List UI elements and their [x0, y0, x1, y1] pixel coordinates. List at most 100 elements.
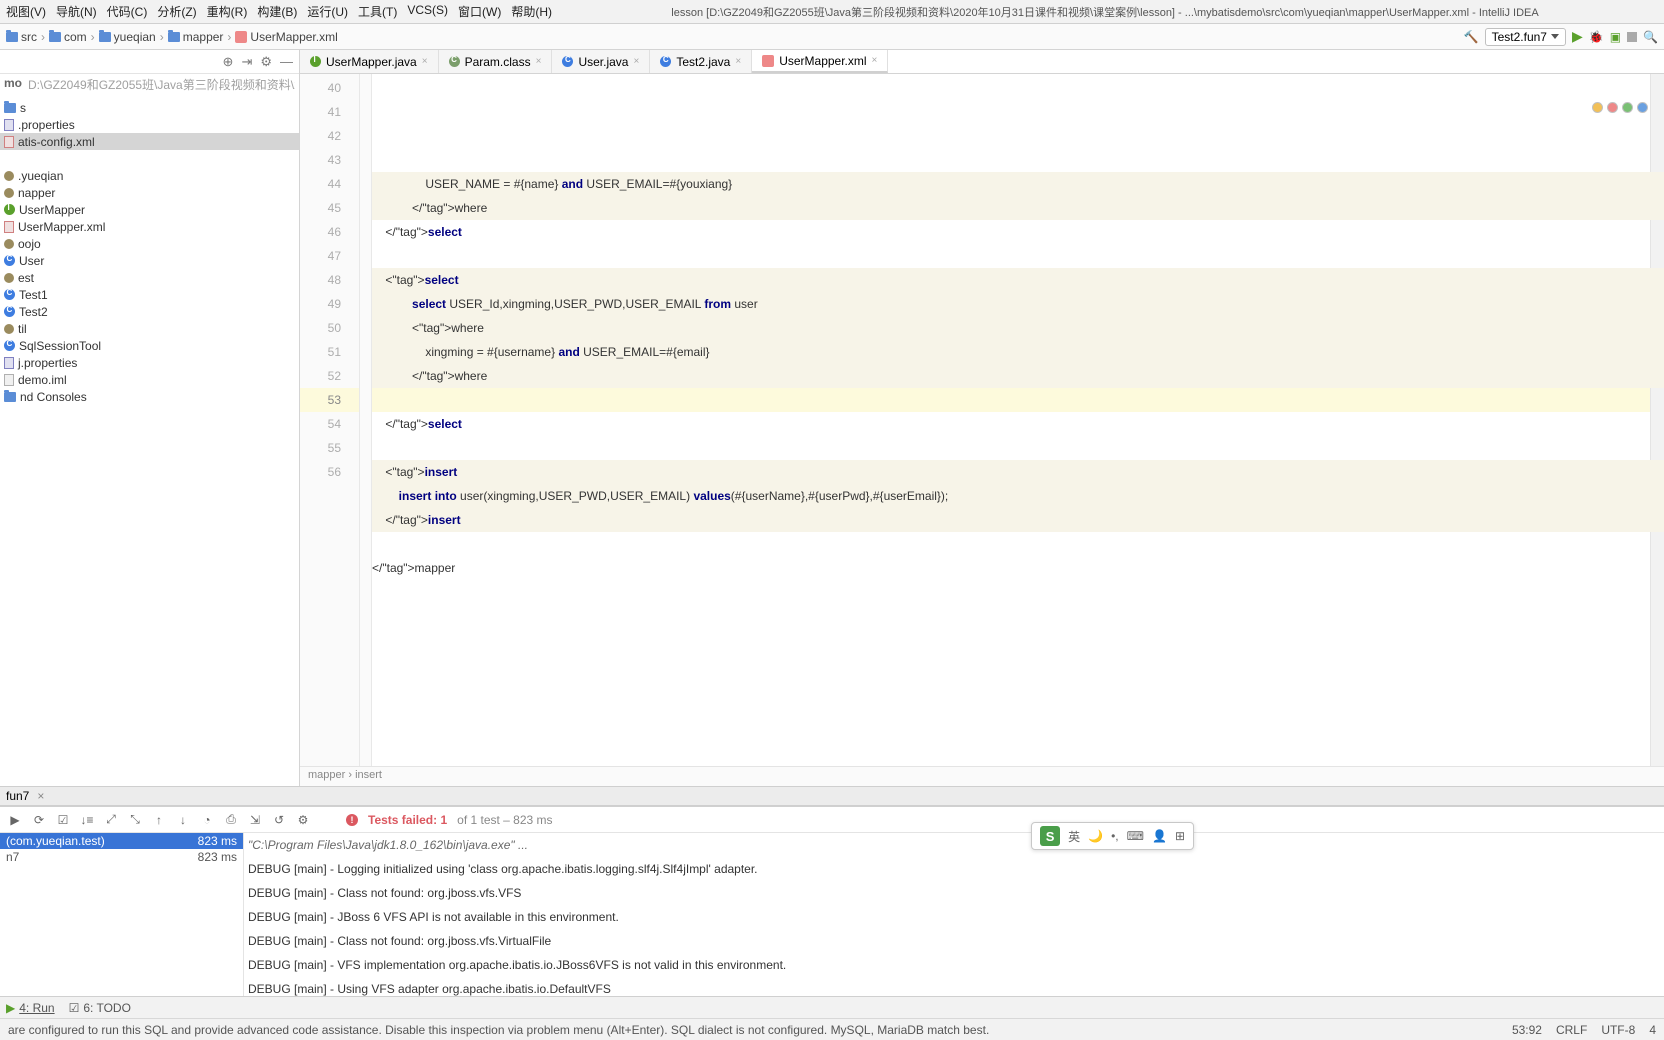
menu-refactor[interactable]: 重构(R) — [207, 3, 248, 20]
project-root-name[interactable]: mo — [4, 76, 22, 93]
coverage-icon[interactable]: ▣ — [1610, 30, 1621, 44]
run-configuration-selector[interactable]: Test2.fun7 — [1485, 28, 1566, 46]
locate-icon[interactable]: ⊕ — [223, 54, 234, 70]
search-icon[interactable]: 🔍 — [1643, 30, 1658, 44]
collapse-icon[interactable]: ⤡ — [128, 813, 142, 827]
menu-nav[interactable]: 导航(N) — [56, 3, 97, 20]
close-icon[interactable]: × — [37, 789, 44, 803]
sort-icon[interactable]: ↓≡ — [80, 813, 94, 827]
ime-person-icon[interactable]: 👤 — [1152, 829, 1167, 843]
close-icon[interactable]: × — [735, 56, 741, 67]
editor-tab[interactable]: UserMapper.java× — [300, 50, 439, 73]
prev-icon[interactable]: ↑ — [152, 813, 166, 827]
crumb-mapper[interactable]: mapper — [168, 30, 224, 44]
project-tree[interactable]: s .propertiesatis-config.xml .yueqiannappe… — [0, 95, 299, 786]
editor-tab[interactable]: Test2.java× — [650, 50, 752, 73]
ime-grid-icon[interactable]: ⊞ — [1175, 829, 1185, 843]
menu-analyze[interactable]: 分析(Z) — [157, 3, 196, 20]
ime-keyboard-icon[interactable]: ⌨ — [1127, 829, 1144, 843]
rerun-failed-icon[interactable]: ⟳ — [32, 813, 46, 827]
tree-item[interactable]: Test2 — [0, 303, 299, 320]
crumb-file[interactable]: UserMapper.xml — [235, 30, 337, 44]
settings-icon[interactable]: ⚙ — [260, 54, 272, 70]
tree-item[interactable] — [0, 150, 299, 167]
menu-build[interactable]: 构建(B) — [257, 3, 297, 20]
hide-icon[interactable]: — — [280, 54, 293, 69]
ime-moon-icon[interactable]: 🌙 — [1088, 829, 1103, 843]
stop-icon[interactable] — [1627, 32, 1637, 42]
run-icon[interactable]: ▶ — [1572, 28, 1583, 45]
iface-icon — [4, 204, 15, 215]
tree-item[interactable]: nd Consoles — [0, 388, 299, 405]
editor-tab[interactable]: UserMapper.xml× — [752, 50, 888, 73]
tree-item[interactable]: .yueqian — [0, 167, 299, 184]
tree-item-label: .properties — [18, 118, 75, 132]
menu-vcs[interactable]: VCS(S) — [407, 3, 448, 20]
tree-item[interactable]: s — [0, 99, 299, 116]
close-icon[interactable]: × — [536, 56, 542, 67]
cursor-position[interactable]: 53:92 — [1512, 1023, 1542, 1037]
tree-item[interactable]: .properties — [0, 116, 299, 133]
next-icon[interactable]: ↓ — [176, 813, 190, 827]
clock-icon[interactable]: ◔ — [200, 813, 214, 827]
export-icon[interactable]: ⎙ — [224, 813, 238, 827]
fold-bar[interactable] — [360, 74, 372, 766]
gear-icon[interactable]: ⚙ — [296, 813, 310, 827]
import-icon[interactable]: ⇲ — [248, 813, 262, 827]
build-icon[interactable]: 🔨 — [1464, 30, 1479, 44]
line-separator[interactable]: CRLF — [1556, 1023, 1587, 1037]
editor-tab[interactable]: Param.class× — [439, 50, 553, 73]
inspection-warn-icon[interactable] — [1592, 102, 1603, 113]
code-area[interactable]: USER_NAME = #{name} and USER_EMAIL=#{you… — [372, 74, 1664, 766]
test-tree[interactable]: (com.yueqian.test) 823 ms n7 823 ms — [0, 833, 244, 996]
tree-item[interactable]: napper — [0, 184, 299, 201]
console-output[interactable]: "C:\Program Files\Java\jdk1.8.0_162\bin\… — [244, 833, 1664, 996]
tree-item[interactable]: til — [0, 320, 299, 337]
menu-tools[interactable]: 工具(T) — [358, 3, 397, 20]
menu-code[interactable]: 代码(C) — [107, 3, 148, 20]
ime-lang[interactable]: 英 — [1068, 828, 1080, 845]
menu-view[interactable]: 视图(V) — [6, 3, 46, 20]
ime-toolbar[interactable]: S 英 🌙 •, ⌨ 👤 ⊞ — [1031, 822, 1194, 850]
menu-run[interactable]: 运行(U) — [307, 3, 348, 20]
tree-item[interactable]: oojo — [0, 235, 299, 252]
inspection-ok-icon[interactable] — [1622, 102, 1633, 113]
collapse-icon[interactable]: ⇥ — [241, 54, 252, 70]
editor-tab[interactable]: User.java × — [552, 50, 650, 73]
close-icon[interactable]: × — [872, 55, 878, 66]
inspection-error-icon[interactable] — [1607, 102, 1618, 113]
tab-label: User.java — [578, 55, 628, 69]
crumb-src[interactable]: src — [6, 30, 37, 44]
menu-window[interactable]: 窗口(W) — [458, 3, 501, 20]
inspection-info-icon[interactable] — [1637, 102, 1648, 113]
rerun-icon[interactable]: ▶ — [8, 813, 22, 827]
file-encoding[interactable]: UTF-8 — [1601, 1023, 1635, 1037]
toolwin-todo[interactable]: ☑6: TODO — [69, 1001, 131, 1015]
run-tab-label[interactable]: fun7 — [6, 789, 29, 803]
tree-item[interactable]: UserMapper — [0, 201, 299, 218]
tree-item-label: demo.iml — [18, 373, 67, 387]
crumb-yueqian[interactable]: yueqian — [99, 30, 156, 44]
toolwin-run[interactable]: ▶4: Run — [6, 1001, 55, 1015]
tree-item[interactable]: User — [0, 252, 299, 269]
close-icon[interactable]: × — [633, 56, 639, 67]
tree-item[interactable]: est — [0, 269, 299, 286]
editor[interactable]: 4041424344454647484950515253545556 USER_… — [300, 74, 1664, 766]
crumb-com[interactable]: com — [49, 30, 87, 44]
debug-icon[interactable]: 🐞 — [1589, 30, 1604, 44]
tree-item-label: j.properties — [18, 356, 77, 370]
tree-item[interactable]: atis-config.xml — [0, 133, 299, 150]
tree-item[interactable]: SqlSessionTool — [0, 337, 299, 354]
expand-icon[interactable]: ⤢ — [104, 813, 118, 827]
editor-breadcrumb[interactable]: mapper › insert — [300, 766, 1664, 786]
history-icon[interactable]: ↺ — [272, 813, 286, 827]
indent-size[interactable]: 4 — [1649, 1023, 1656, 1037]
tree-item[interactable]: demo.iml — [0, 371, 299, 388]
menu-help[interactable]: 帮助(H) — [511, 3, 552, 20]
toggle-tests-icon[interactable]: ☑ — [56, 813, 70, 827]
ime-punct-icon[interactable]: •, — [1111, 829, 1119, 843]
close-icon[interactable]: × — [422, 56, 428, 67]
tree-item[interactable]: j.properties — [0, 354, 299, 371]
tree-item[interactable]: Test1 — [0, 286, 299, 303]
tree-item[interactable]: UserMapper.xml — [0, 218, 299, 235]
